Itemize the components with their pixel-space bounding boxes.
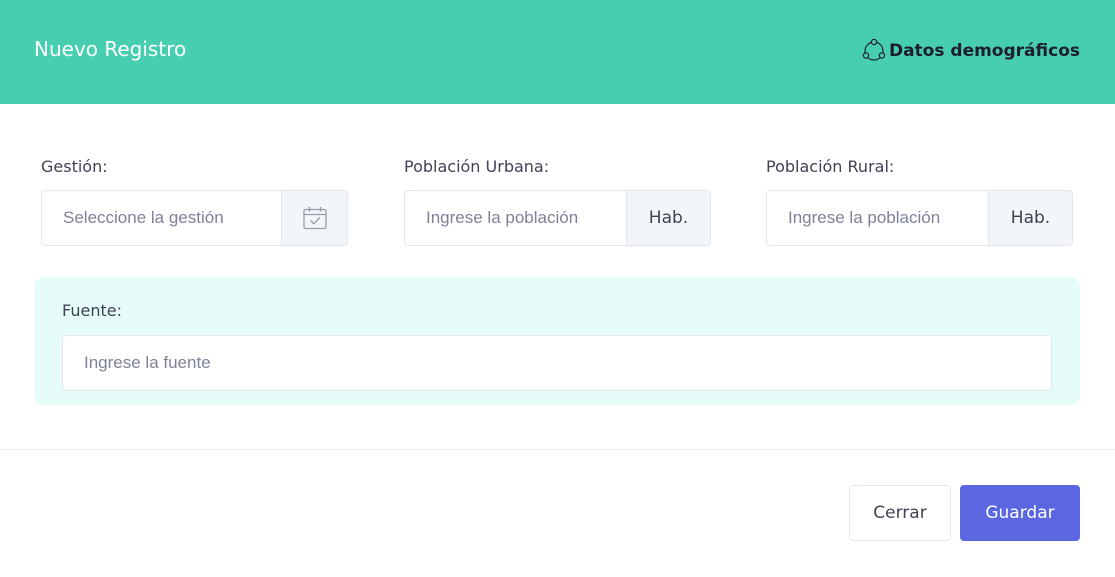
section-indicator: Datos demográficos — [861, 38, 1080, 64]
save-button[interactable]: Guardar — [960, 485, 1080, 541]
poblacion-urbana-label: Población Urbana: — [404, 157, 550, 176]
poblacion-urbana-input-group: Hab. — [404, 190, 711, 246]
poblacion-rural-unit: Hab. — [988, 191, 1072, 245]
circle-nodes-icon — [861, 38, 887, 64]
gestion-input-group — [41, 190, 348, 246]
poblacion-rural-input-group: Hab. — [766, 190, 1073, 246]
fuente-label: Fuente: — [62, 301, 122, 320]
modal-header: Nuevo Registro Datos demográficos — [0, 0, 1115, 104]
poblacion-urbana-unit: Hab. — [626, 191, 710, 245]
new-record-modal: Nuevo Registro Datos demográficos Gestió… — [0, 0, 1115, 577]
footer-divider — [0, 449, 1115, 450]
section-label: Datos demográficos — [888, 41, 1080, 61]
modal-title: Nuevo Registro — [34, 37, 187, 61]
calendar-check-icon[interactable] — [281, 191, 347, 245]
fuente-input[interactable] — [62, 335, 1052, 391]
poblacion-urbana-input[interactable] — [405, 191, 626, 245]
close-button[interactable]: Cerrar — [849, 485, 951, 541]
gestion-input[interactable] — [42, 191, 281, 245]
gestion-label: Gestión: — [41, 157, 108, 176]
poblacion-rural-label: Población Rural: — [766, 157, 895, 176]
poblacion-rural-input[interactable] — [767, 191, 988, 245]
